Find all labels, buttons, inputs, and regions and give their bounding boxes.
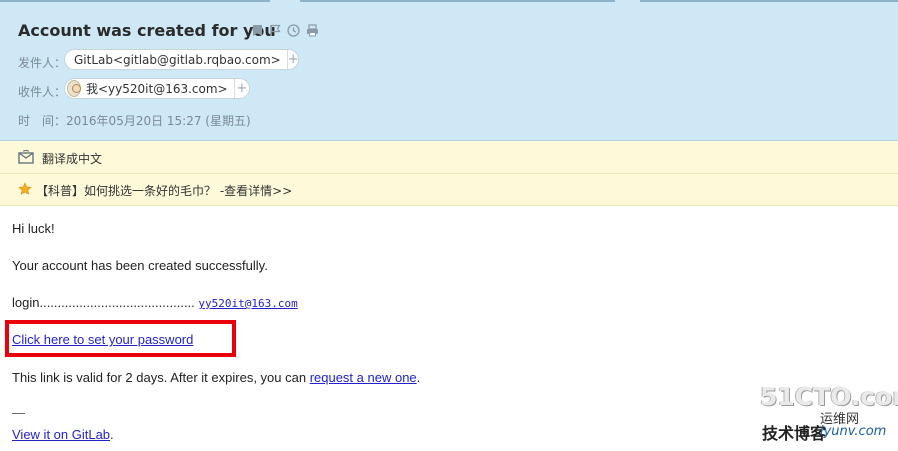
bookmark-icon[interactable] (252, 24, 263, 37)
separator: — (12, 405, 25, 420)
from-label: 发件人： (18, 56, 67, 70)
view-line: View it on GitLab. (12, 427, 114, 442)
account-created-text: Your account has been created successful… (12, 258, 268, 273)
validity-line: This link is valid for 2 days. After it … (12, 370, 420, 385)
avatar (67, 80, 81, 97)
recipient-chip[interactable]: 我<yy520it@163.com> + (64, 78, 250, 99)
recipient-address: 我<yy520it@163.com> (86, 82, 228, 96)
validity-text: This link is valid for 2 days. After it … (12, 370, 310, 385)
highlight-box (5, 320, 236, 357)
time-value: 2016年05月20日 15:27 (星期五) (66, 114, 251, 128)
to-label: 收件人： (18, 85, 67, 99)
star-icon (18, 182, 32, 195)
view-end: . (110, 427, 114, 442)
request-new-link[interactable]: request a new one (310, 370, 417, 385)
add-recipient-contact-icon[interactable]: + (233, 79, 249, 98)
translate-link[interactable]: 翻译成中文 (42, 150, 102, 167)
email-subject: Account was created for you (18, 21, 276, 40)
top-tab-strip (0, 0, 898, 4)
flag-icon[interactable] (269, 24, 281, 37)
promo-bar[interactable]: 【科普】如何挑选一条好的毛巾？ -查看详情>> (0, 174, 898, 206)
login-label: login...................................… (12, 295, 195, 310)
view-on-gitlab-link[interactable]: View it on GitLab (12, 427, 110, 442)
login-email-link[interactable]: yy520it@163.com (198, 297, 297, 310)
time-label: 时 间： (18, 114, 67, 128)
subject-actions (252, 24, 319, 37)
translate-icon (18, 150, 34, 164)
watermark-sub3: iyunv.com (820, 424, 887, 439)
watermark-logo: 51CTO.com 运维网 技术博客 iyunv.com (760, 382, 898, 443)
watermark-sub2: 技术博客 (762, 424, 827, 443)
validity-end: . (416, 370, 421, 385)
print-icon[interactable] (306, 24, 319, 37)
login-line: login...................................… (12, 295, 298, 310)
clock-icon[interactable] (287, 24, 300, 37)
watermark-site: 51CTO.com (760, 382, 898, 411)
translate-bar[interactable]: 翻译成中文 (0, 141, 898, 174)
email-header: Account was created for you 发件人： GitLab<… (0, 0, 898, 141)
sender-chip[interactable]: GitLab<gitlab@gitlab.rqbao.com> + (64, 49, 299, 70)
sender-address: GitLab<gitlab@gitlab.rqbao.com> (74, 52, 281, 67)
add-sender-contact-icon[interactable]: + (286, 50, 299, 69)
sent-time: 时 间：2016年05月20日 15:27 (星期五) (18, 112, 251, 129)
promo-text[interactable]: 【科普】如何挑选一条好的毛巾？ -查看详情>> (36, 182, 292, 199)
greeting: Hi luck! (12, 221, 55, 236)
